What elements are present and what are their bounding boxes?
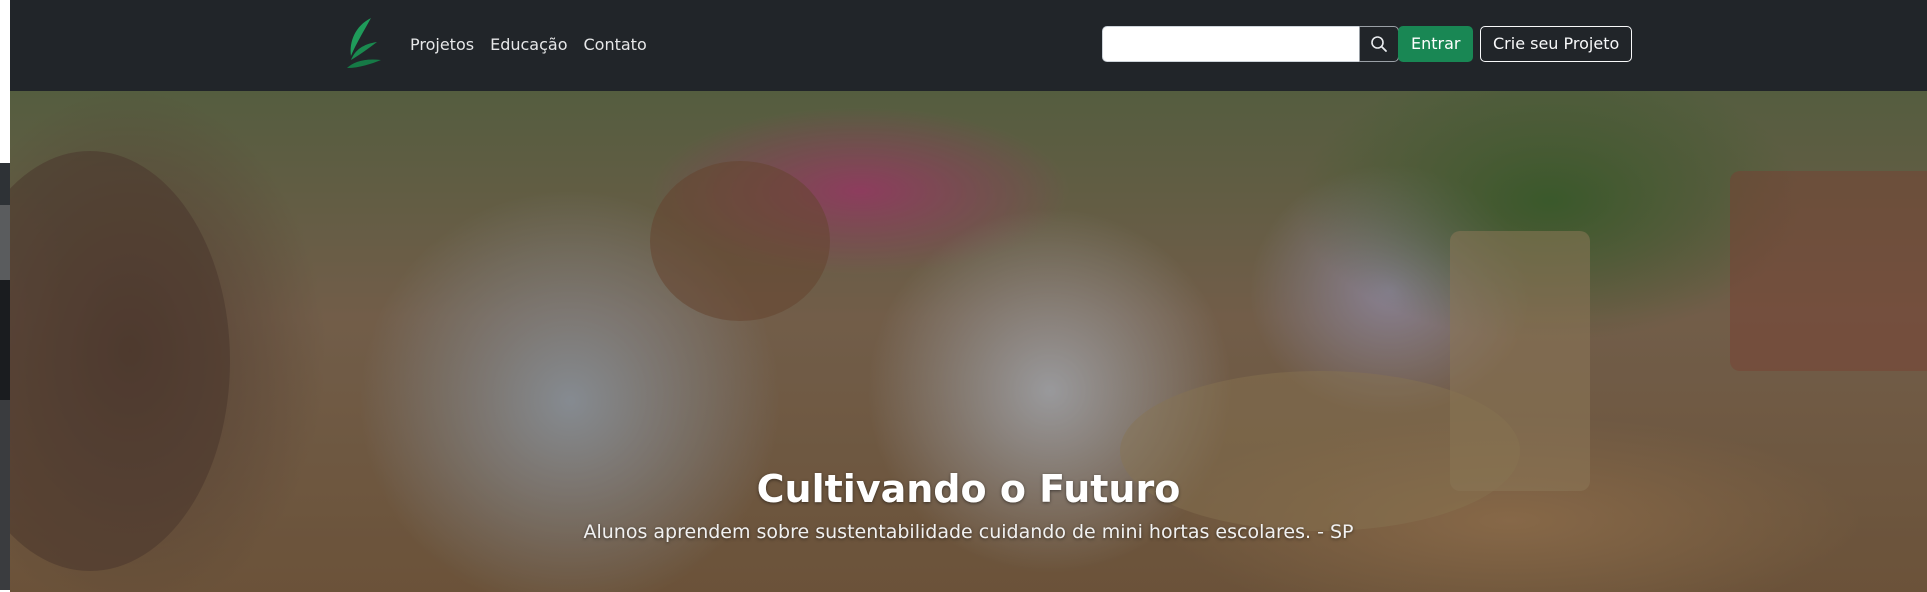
top-navbar: Projetos Educação Contato Entrar Crie se… xyxy=(10,0,1927,91)
search-form xyxy=(1102,26,1399,62)
login-button[interactable]: Entrar xyxy=(1398,26,1474,62)
nav-link-educacao[interactable]: Educação xyxy=(490,34,567,56)
search-button[interactable] xyxy=(1359,26,1399,62)
nav-link-contato[interactable]: Contato xyxy=(583,34,646,56)
search-input[interactable] xyxy=(1102,26,1359,62)
hero-banner: Cultivando o Futuro Alunos aprendem sobr… xyxy=(10,91,1927,592)
search-icon xyxy=(1371,36,1387,52)
hero-caption: Alunos aprendem sobre sustentabilidade c… xyxy=(583,521,1354,543)
create-project-button[interactable]: Crie seu Projeto xyxy=(1480,26,1633,62)
nav-link-projetos[interactable]: Projetos xyxy=(410,34,474,56)
hero-image-overlay xyxy=(10,91,1927,592)
left-edge-strip xyxy=(0,0,10,592)
nav-links: Projetos Educação Contato xyxy=(410,34,647,56)
leaf-logo-icon[interactable] xyxy=(335,16,391,72)
hero-title: Cultivando o Futuro xyxy=(756,467,1181,511)
